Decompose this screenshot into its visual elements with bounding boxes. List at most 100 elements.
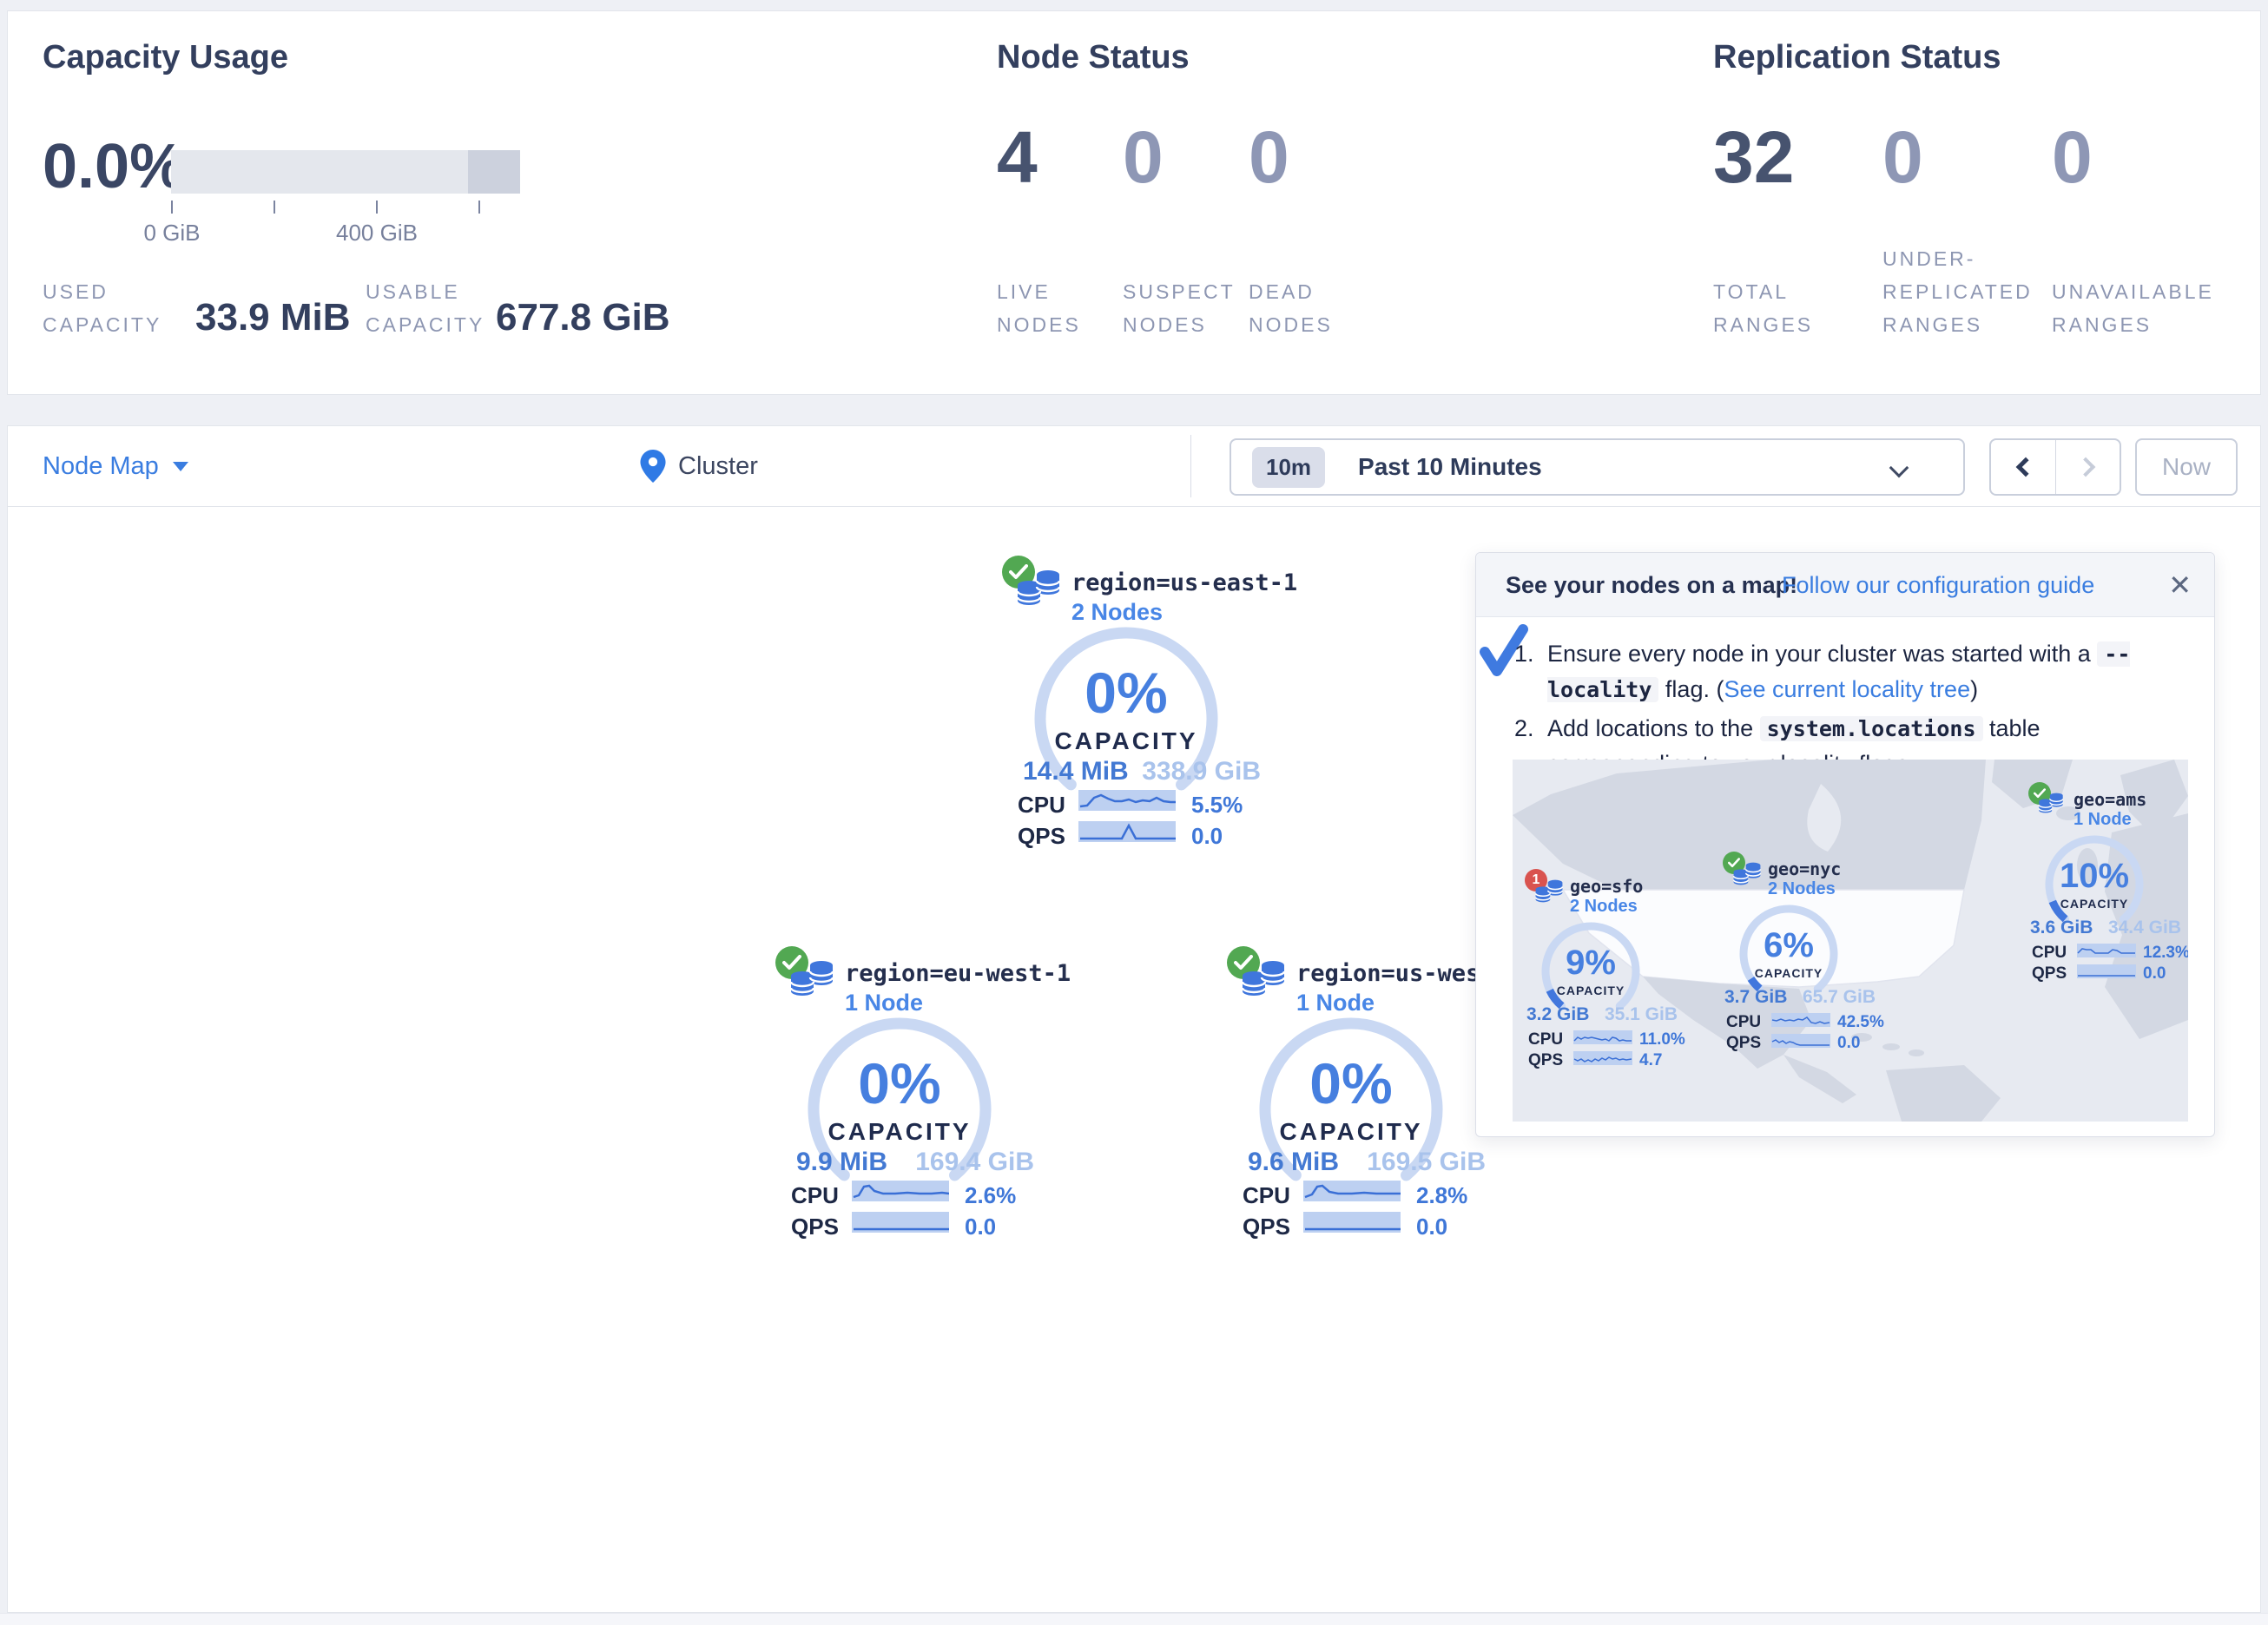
configuration-guide-link[interactable]: Follow our configuration guide xyxy=(1782,572,2094,599)
region-name: geo=ams xyxy=(2074,789,2146,810)
time-range-label: Past 10 Minutes xyxy=(1358,453,1542,481)
replication-status-title: Replication Status xyxy=(1713,39,2001,76)
capacity-tick-label-400: 400 GiB xyxy=(316,220,438,247)
suspect-nodes-label: SUSPECT NODES xyxy=(1123,228,1236,341)
capacity-tick-label-0: 0 GiB xyxy=(111,220,233,247)
locality-tree-link[interactable]: See current locality tree xyxy=(1724,676,1970,702)
qps-label: QPS xyxy=(2032,964,2067,984)
cpu-row: CPU 12.3% xyxy=(2032,944,2185,961)
cpu-value: 5.5% xyxy=(1191,792,1243,819)
capacity-percent: 0% xyxy=(804,1050,995,1116)
cpu-label: CPU xyxy=(1528,1030,1563,1049)
qps-value: 0.0 xyxy=(1416,1214,1447,1240)
cpu-label: CPU xyxy=(1243,1182,1290,1209)
qps-value: 0.0 xyxy=(2143,964,2166,984)
capacity-gauge-label: CAPACITY xyxy=(1737,966,1841,980)
region-node-count: 2 Nodes xyxy=(1768,879,1836,899)
caret-down-icon xyxy=(173,462,188,471)
capacity-bar-reserved-segment xyxy=(468,150,520,194)
database-stack-icon xyxy=(1239,960,1288,1009)
time-range-dropdown[interactable]: 10m Past 10 Minutes xyxy=(1230,438,1965,496)
cpu-value: 2.8% xyxy=(1416,1182,1467,1209)
region-node-count[interactable]: 2 Nodes xyxy=(1071,599,1163,626)
cpu-sparkline xyxy=(1573,1030,1632,1044)
qps-label: QPS xyxy=(791,1214,839,1240)
time-forward-button[interactable] xyxy=(2055,440,2120,494)
qps-value: 0.0 xyxy=(965,1214,996,1240)
popup-header: See your nodes on a map! Follow our conf… xyxy=(1476,553,2214,617)
capacity-used-value: 9.9 MiB xyxy=(796,1148,887,1177)
capacity-total-value: 338.9 GiB xyxy=(1124,757,1261,786)
dead-nodes-label: DEAD NODES xyxy=(1249,228,1333,341)
breadcrumb-cluster[interactable]: Cluster xyxy=(678,452,758,481)
location-pin-icon xyxy=(640,450,666,483)
step-1: 1. Ensure every node in your cluster was… xyxy=(1514,636,2188,707)
under-replicated-ranges-count: 0 xyxy=(1882,121,1923,194)
cpu-value: 2.6% xyxy=(965,1182,1016,1209)
qps-value: 0.0 xyxy=(1191,823,1223,850)
qps-sparkline xyxy=(2077,964,2136,978)
view-selector-dropdown[interactable]: Node Map xyxy=(43,426,188,506)
qps-label: QPS xyxy=(1528,1051,1563,1070)
chevron-right-icon xyxy=(2075,457,2095,477)
chevron-down-icon xyxy=(1889,458,1909,478)
region-card-eu-west-1[interactable]: region=eu-west-1 1 Node 0% CAPACITY 9.9 … xyxy=(775,946,1036,1246)
qps-label: QPS xyxy=(1243,1214,1290,1240)
qps-sparkline xyxy=(852,1212,949,1233)
region-node-count[interactable]: 1 Node xyxy=(845,990,923,1016)
region-card-us-east-1[interactable]: region=us-east-1 2 Nodes 0% CAPACITY 14.… xyxy=(1002,556,1263,855)
region-name: geo=nyc xyxy=(1768,859,1841,879)
capacity-tick xyxy=(171,201,173,214)
database-stack-icon xyxy=(1533,879,1565,911)
cpu-sparkline xyxy=(1078,790,1176,811)
qps-label: QPS xyxy=(1726,1034,1761,1053)
capacity-percent: 6% xyxy=(1737,926,1841,965)
qps-value: 0.0 xyxy=(1837,1034,1860,1053)
capacity-used-value: 3.2 GiB xyxy=(1526,1004,1589,1025)
region-card-us-west-1[interactable]: region=us-west-1 1 Node 0% CAPACITY 9.6 … xyxy=(1227,946,1487,1246)
qps-row: QPS 0.0 xyxy=(2032,964,2185,982)
time-pager xyxy=(1989,438,2121,496)
region-name: region=eu-west-1 xyxy=(845,960,1071,987)
total-ranges-count: 32 xyxy=(1713,121,1794,194)
capacity-used-value: 3.6 GiB xyxy=(2030,918,2093,938)
capacity-total-value: 34.4 GiB xyxy=(2105,918,2181,938)
live-nodes-count: 4 xyxy=(997,121,1038,194)
live-nodes-label: LIVE NODES xyxy=(997,228,1081,341)
qps-row: QPS 0.0 xyxy=(1018,823,1263,845)
database-stack-icon xyxy=(1731,862,1763,893)
region-name: geo=sfo xyxy=(1570,876,1643,897)
capacity-gauge-label: CAPACITY xyxy=(1539,984,1643,997)
region-node-count: 2 Nodes xyxy=(1570,897,1638,917)
cpu-label: CPU xyxy=(1018,792,1065,819)
node-map-canvas: region=us-east-1 2 Nodes 0% CAPACITY 14.… xyxy=(7,507,2261,1613)
cpu-label: CPU xyxy=(2032,944,2067,963)
capacity-gauge-label: CAPACITY xyxy=(2042,897,2146,911)
capacity-percent: 9% xyxy=(1539,944,1643,983)
cpu-sparkline xyxy=(1771,1013,1830,1027)
qps-row: QPS 0.0 xyxy=(1243,1214,1487,1236)
database-stack-icon xyxy=(1014,569,1063,618)
qps-sparkline xyxy=(1771,1034,1830,1048)
region-node-count: 1 Node xyxy=(2074,810,2132,830)
time-back-button[interactable] xyxy=(1991,440,2055,494)
unavailable-ranges-label: UNAVAILABLE RANGES xyxy=(2052,228,2214,341)
under-replicated-ranges-label: UNDER- REPLICATED RANGES xyxy=(1882,228,2033,341)
dead-nodes-count: 0 xyxy=(1249,121,1289,194)
system-locations-code: system.locations xyxy=(1760,716,1983,741)
qps-row: QPS 0.0 xyxy=(1726,1034,1879,1051)
cpu-value: 11.0% xyxy=(1639,1030,1685,1049)
region-name: region=us-east-1 xyxy=(1071,569,1297,596)
now-button[interactable]: Now xyxy=(2135,438,2238,496)
cpu-label: CPU xyxy=(791,1182,839,1209)
cpu-value: 12.3% xyxy=(2143,944,2188,963)
capacity-usage-title: Capacity Usage xyxy=(43,39,288,76)
step-1-text: Ensure every node in your cluster was st… xyxy=(1547,636,2188,707)
qps-sparkline xyxy=(1573,1051,1632,1065)
close-icon[interactable]: ✕ xyxy=(2168,569,2192,602)
used-capacity-value: 33.9 MiB xyxy=(195,296,351,339)
region-node-count[interactable]: 1 Node xyxy=(1296,990,1375,1016)
database-stack-icon xyxy=(2037,793,2065,820)
capacity-percent: 0% xyxy=(1256,1050,1447,1116)
footer-strip xyxy=(0,1613,2268,1625)
